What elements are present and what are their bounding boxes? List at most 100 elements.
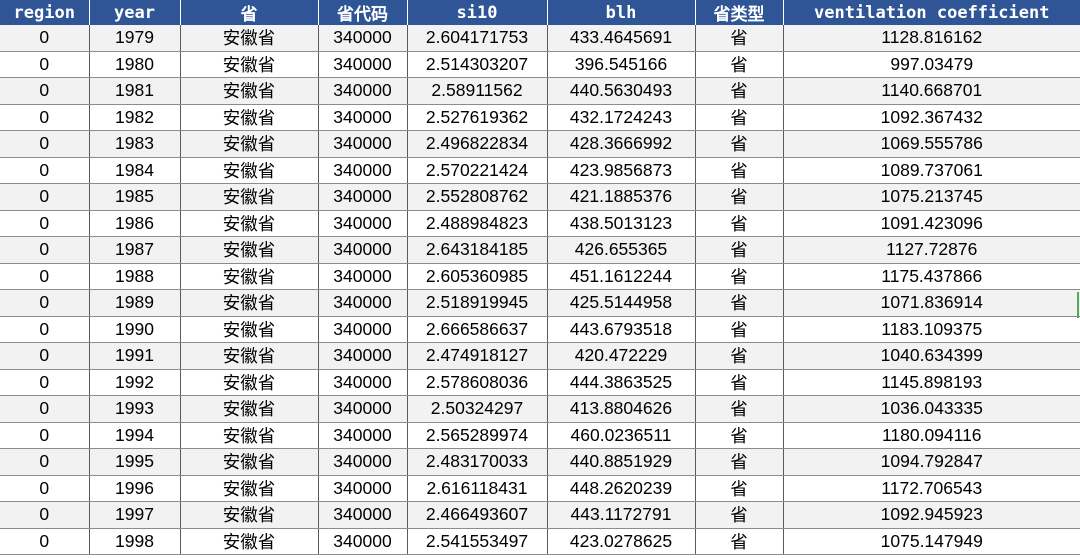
cell-province-code[interactable]: 340000	[318, 422, 408, 449]
cell-si10[interactable]: 2.488984823	[407, 210, 548, 237]
header-cell-blh[interactable]: blh	[547, 0, 696, 25]
cell-blh[interactable]: 420.472229	[547, 342, 696, 370]
cell-province-type[interactable]: 省	[695, 422, 784, 449]
cell-region[interactable]: 0	[0, 130, 90, 158]
cell-blh[interactable]: 413.8804626	[547, 395, 696, 423]
cell-province[interactable]: 安徽省	[180, 263, 319, 290]
cell-province[interactable]: 安徽省	[180, 51, 319, 78]
cell-blh[interactable]: 428.3666992	[547, 130, 696, 158]
cell-blh[interactable]: 451.1612244	[547, 263, 696, 290]
cell-year[interactable]: 1995	[89, 448, 181, 476]
cell-province[interactable]: 安徽省	[180, 157, 319, 184]
cell-province[interactable]: 安徽省	[180, 395, 319, 423]
cell-province-code[interactable]: 340000	[318, 263, 408, 290]
cell-blh[interactable]: 423.9856873	[547, 157, 696, 184]
cell-year[interactable]: 1983	[89, 130, 181, 158]
cell-province-type[interactable]: 省	[695, 183, 784, 211]
cell-province-type[interactable]: 省	[695, 236, 784, 264]
cell-blh[interactable]: 396.545166	[547, 51, 696, 78]
cell-year[interactable]: 1997	[89, 501, 181, 529]
cell-province-type[interactable]: 省	[695, 104, 784, 131]
cell-si10[interactable]: 2.514303207	[407, 51, 548, 78]
cell-province-code[interactable]: 340000	[318, 183, 408, 211]
cell-ventilation-coefficient[interactable]: 1127.72876	[783, 236, 1080, 264]
cell-region[interactable]: 0	[0, 501, 90, 529]
cell-province[interactable]: 安徽省	[180, 77, 319, 105]
cell-ventilation-coefficient[interactable]: 1092.367432	[783, 104, 1080, 131]
cell-ventilation-coefficient[interactable]: 1069.555786	[783, 130, 1080, 158]
cell-province[interactable]: 安徽省	[180, 501, 319, 529]
cell-region[interactable]: 0	[0, 236, 90, 264]
cell-ventilation-coefficient[interactable]: 1089.737061	[783, 157, 1080, 184]
header-cell-year[interactable]: year	[89, 0, 181, 25]
cell-province-type[interactable]: 省	[695, 395, 784, 423]
cell-ventilation-coefficient[interactable]: 1172.706543	[783, 475, 1080, 502]
cell-region[interactable]: 0	[0, 183, 90, 211]
cell-province-code[interactable]: 340000	[318, 77, 408, 105]
cell-province[interactable]: 安徽省	[180, 289, 319, 317]
cell-blh[interactable]: 421.1885376	[547, 183, 696, 211]
cell-region[interactable]: 0	[0, 51, 90, 78]
cell-province-code[interactable]: 340000	[318, 448, 408, 476]
cell-province-type[interactable]: 省	[695, 448, 784, 476]
cell-year[interactable]: 1994	[89, 422, 181, 449]
cell-ventilation-coefficient[interactable]: 1091.423096	[783, 210, 1080, 237]
cell-province-type[interactable]: 省	[695, 25, 784, 52]
cell-blh[interactable]: 425.5144958	[547, 289, 696, 317]
cell-province[interactable]: 安徽省	[180, 316, 319, 343]
cell-province-type[interactable]: 省	[695, 130, 784, 158]
cell-si10[interactable]: 2.578608036	[407, 369, 548, 396]
cell-blh[interactable]: 443.1172791	[547, 501, 696, 529]
cell-region[interactable]: 0	[0, 475, 90, 502]
cell-blh[interactable]: 443.6793518	[547, 316, 696, 343]
cell-blh[interactable]: 448.2620239	[547, 475, 696, 502]
cell-si10[interactable]: 2.565289974	[407, 422, 548, 449]
cell-year[interactable]: 1990	[89, 316, 181, 343]
header-cell-province[interactable]: 省	[180, 0, 319, 25]
cell-region[interactable]: 0	[0, 289, 90, 317]
cell-ventilation-coefficient[interactable]: 1092.945923	[783, 501, 1080, 529]
cell-province-code[interactable]: 340000	[318, 369, 408, 396]
cell-year[interactable]: 1979	[89, 25, 181, 52]
cell-region[interactable]: 0	[0, 395, 90, 423]
cell-province[interactable]: 安徽省	[180, 25, 319, 52]
cell-si10[interactable]: 2.666586637	[407, 316, 548, 343]
cell-ventilation-coefficient[interactable]: 1183.109375	[783, 316, 1080, 343]
cell-region[interactable]: 0	[0, 342, 90, 370]
cell-region[interactable]: 0	[0, 263, 90, 290]
cell-year[interactable]: 1998	[89, 528, 181, 555]
cell-year[interactable]: 1991	[89, 342, 181, 370]
cell-province-code[interactable]: 340000	[318, 236, 408, 264]
cell-si10[interactable]: 2.616118431	[407, 475, 548, 502]
cell-ventilation-coefficient[interactable]: 1140.668701	[783, 77, 1080, 105]
cell-year[interactable]: 1982	[89, 104, 181, 131]
cell-province-type[interactable]: 省	[695, 77, 784, 105]
cell-region[interactable]: 0	[0, 25, 90, 52]
cell-si10[interactable]: 2.58911562	[407, 77, 548, 105]
cell-year[interactable]: 1993	[89, 395, 181, 423]
cell-province[interactable]: 安徽省	[180, 528, 319, 555]
cell-si10[interactable]: 2.570221424	[407, 157, 548, 184]
cell-province-type[interactable]: 省	[695, 316, 784, 343]
cell-region[interactable]: 0	[0, 369, 90, 396]
cell-province[interactable]: 安徽省	[180, 210, 319, 237]
cell-province[interactable]: 安徽省	[180, 475, 319, 502]
cell-province-type[interactable]: 省	[695, 157, 784, 184]
cell-year[interactable]: 1986	[89, 210, 181, 237]
cell-si10[interactable]: 2.518919945	[407, 289, 548, 317]
cell-blh[interactable]: 460.0236511	[547, 422, 696, 449]
cell-province-type[interactable]: 省	[695, 342, 784, 370]
cell-province-code[interactable]: 340000	[318, 104, 408, 131]
header-cell-province-code[interactable]: 省代码	[318, 0, 408, 25]
cell-year[interactable]: 1996	[89, 475, 181, 502]
cell-province[interactable]: 安徽省	[180, 369, 319, 396]
cell-province-code[interactable]: 340000	[318, 210, 408, 237]
cell-ventilation-coefficient[interactable]: 1036.043335	[783, 395, 1080, 423]
cell-province-code[interactable]: 340000	[318, 51, 408, 78]
cell-blh[interactable]: 440.5630493	[547, 77, 696, 105]
header-cell-province-type[interactable]: 省类型	[695, 0, 784, 25]
cell-province-code[interactable]: 340000	[318, 395, 408, 423]
header-cell-si10[interactable]: si10	[407, 0, 548, 25]
cell-region[interactable]: 0	[0, 104, 90, 131]
cell-province-type[interactable]: 省	[695, 210, 784, 237]
